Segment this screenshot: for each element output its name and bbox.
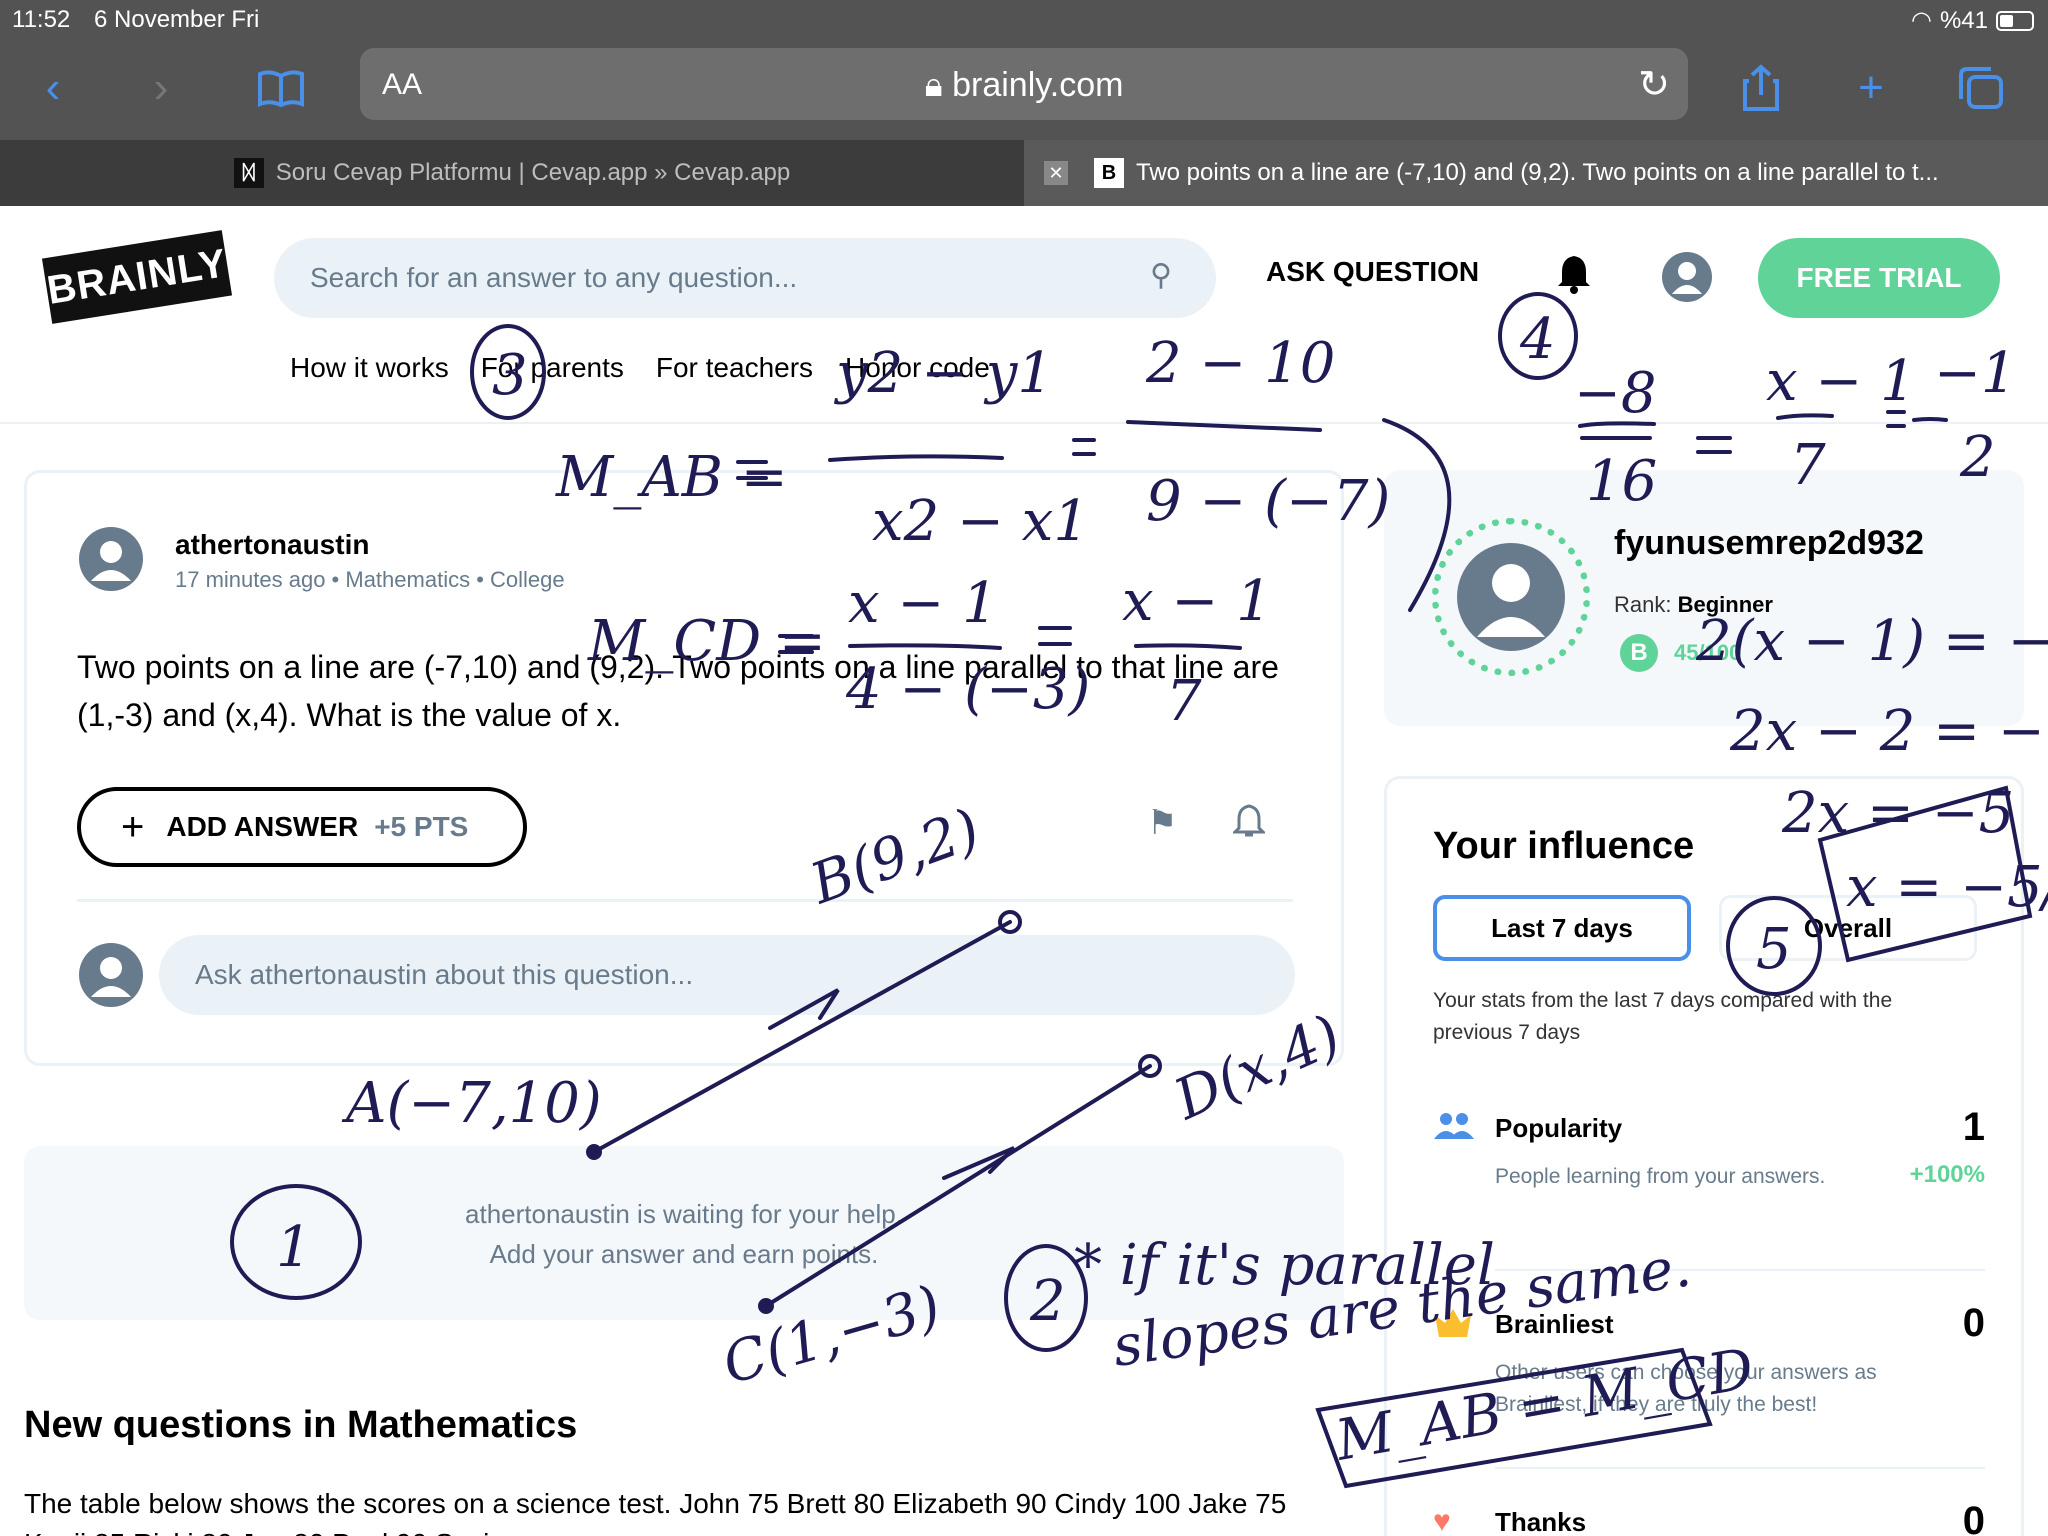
cevap-favicon: ᛞ [233, 158, 264, 188]
nav-for-parents[interactable]: For parents [481, 352, 624, 384]
tabs-overview-icon[interactable] [1946, 58, 2016, 118]
stat-description: Other users can choose your answers as B… [1495, 1361, 1877, 1416]
rank-progress-ring [1432, 518, 1590, 676]
waiting-panel: athertonaustin is waiting for your help.… [24, 1146, 1344, 1320]
add-answer-button[interactable]: + ADD ANSWER +5 PTS [77, 787, 527, 867]
report-flag-icon[interactable]: ⚑ [1147, 803, 1177, 843]
tab-overall[interactable]: Overall [1719, 895, 1977, 961]
asker-avatar[interactable] [79, 527, 143, 591]
nav-honor-code[interactable]: Honor code [845, 352, 990, 384]
stat-description: People learning from your answers. [1495, 1165, 1826, 1188]
user-avatar[interactable] [1662, 252, 1712, 302]
people-icon [1433, 1111, 1475, 1149]
nav-how-it-works[interactable]: How it works [290, 352, 449, 384]
main-nav: How it works For parents For teachers Ho… [290, 352, 990, 384]
search-icon[interactable]: ⚲ [1150, 258, 1172, 293]
question-subject[interactable]: Mathematics [345, 567, 470, 592]
ask-question-button[interactable]: ASK QUESTION [1266, 256, 1479, 288]
tab-brainly[interactable]: ✕ B Two points on a line are (-7,10) and… [1024, 140, 2048, 206]
crown-icon [1433, 1307, 1473, 1347]
ink-cd-num: x − 1 [1766, 349, 1916, 414]
profile-points: B 45/100 [1620, 634, 1741, 672]
points-badge-icon: B [1620, 634, 1658, 672]
stat-divider [1495, 1467, 1985, 1469]
wifi-icon: ◠ [1911, 7, 1932, 34]
tab-strip: ᛞ Soru Cevap Platformu | Cevap.app » Cev… [0, 140, 2048, 206]
profile-username[interactable]: fyunusemrep2d932 [1614, 524, 1924, 563]
ink-sub-num: 2 − 10 [1145, 331, 1335, 396]
url-text: brainly.com [952, 66, 1124, 104]
stat-value: 0 [1962, 1301, 1985, 1345]
stat-value: 1 [1962, 1105, 1985, 1149]
comment-input[interactable]: Ask athertonaustin about this question..… [159, 935, 1295, 1015]
ink-point-a: A(−7,10) [341, 1071, 602, 1136]
status-time: 11:52 [12, 6, 71, 33]
battery-percent: %41 [1939, 6, 1988, 34]
search-input[interactable]: Search for an answer to any question... … [274, 238, 1216, 318]
profile-avatar[interactable] [1457, 543, 1565, 651]
free-trial-button[interactable]: FREE TRIAL [1758, 238, 2000, 318]
bookmarks-icon[interactable] [246, 58, 316, 118]
forward-icon[interactable]: › [126, 58, 196, 118]
points-label: +5 PTS [374, 811, 469, 842]
reload-icon[interactable]: ↻ [1638, 62, 1670, 107]
influence-card: Your influence Last 7 days Overall Your … [1384, 776, 2024, 1536]
brainly-logo[interactable]: BRAINLY [41, 230, 233, 324]
tab-title: Soru Cevap Platformu | Cevap.app » Cevap… [275, 159, 791, 186]
profile-rank: Rank: Beginner [1614, 592, 1773, 618]
ink-half-num: −1 [1934, 341, 2017, 406]
battery-icon [1996, 10, 2034, 31]
ink-ratio-num: −8 [1574, 361, 1657, 426]
stat-label: Popularity [1495, 1113, 1623, 1143]
question-meta: 17 minutes ago • Mathematics • College [175, 567, 565, 592]
stat-value: 0 [1962, 1499, 1985, 1536]
close-tab-icon[interactable]: ✕ [1044, 161, 1068, 185]
asker-username[interactable]: athertonaustin [175, 529, 369, 561]
stat-label: Thanks [1495, 1507, 1587, 1536]
status-bar: 11:52 6 November Fri ◠ %41 [0, 0, 2048, 40]
nav-for-teachers[interactable]: For teachers [656, 352, 813, 384]
question-time: 17 minutes ago [175, 567, 326, 592]
rank-value: Beginner [1677, 592, 1773, 617]
tab-cevap[interactable]: ᛞ Soru Cevap Platformu | Cevap.app » Cev… [0, 140, 1024, 206]
status-date: 6 November Fri [94, 6, 260, 33]
stat-divider [1495, 1269, 1985, 1271]
add-answer-label: ADD ANSWER [166, 811, 359, 842]
lock-icon: 🔒︎ [924, 66, 953, 104]
influence-title: Your influence [1433, 825, 1695, 867]
safari-toolbar: ‹ › AA 🔒︎ brainly.com ↻ + [0, 44, 2048, 140]
rank-label: Rank: [1614, 592, 1672, 617]
notifications-bell-icon[interactable] [1556, 254, 1592, 303]
search-placeholder: Search for an answer to any question... [310, 262, 798, 293]
tab-title: Two points on a line are (-7,10) and (9,… [1136, 159, 1939, 186]
back-icon[interactable]: ‹ [18, 58, 88, 118]
tab-last-7-days[interactable]: Last 7 days [1433, 895, 1691, 961]
new-questions-heading: New questions in Mathematics [24, 1404, 578, 1446]
plus-icon: + [121, 804, 145, 849]
points-value: 45/100 [1674, 640, 1742, 665]
question-card: athertonaustin 17 minutes ago • Mathemat… [24, 470, 1344, 1066]
commenter-avatar [79, 943, 143, 1007]
question-divider [77, 899, 1293, 902]
new-question-item[interactable]: The table below shows the scores on a sc… [24, 1484, 1344, 1536]
follow-bell-icon[interactable] [1231, 803, 1267, 848]
address-bar[interactable]: AA 🔒︎ brainly.com ↻ [360, 48, 1688, 120]
heart-icon: ♥ [1433, 1505, 1451, 1536]
brainly-favicon: B [1094, 158, 1124, 188]
waiting-line-1: athertonaustin is waiting for your help. [465, 1199, 903, 1229]
profile-card: fyunusemrep2d932 Rank: Beginner B 45/100 [1384, 470, 2024, 726]
question-text: Two points on a line are (-7,10) and (9,… [77, 649, 1279, 733]
ink-step-4: 4 [1519, 307, 1556, 372]
stat-label: Brainliest [1495, 1309, 1614, 1339]
browser-chrome: 11:52 6 November Fri ◠ %41 ‹ › AA 🔒︎ bra… [0, 0, 2048, 206]
stat-delta: +100% [1909, 1161, 1985, 1188]
new-tab-icon[interactable]: + [1836, 58, 1906, 118]
waiting-line-2: Add your answer and earn points. [489, 1239, 879, 1269]
question-level: College [490, 567, 565, 592]
share-icon[interactable] [1726, 58, 1796, 118]
influence-description: Your stats from the last 7 days compared… [1433, 989, 1893, 1044]
header-divider [0, 422, 2048, 424]
